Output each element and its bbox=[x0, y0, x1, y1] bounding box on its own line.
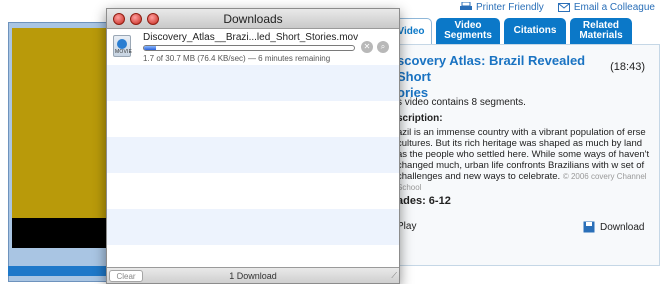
downloads-footer: Clear 1 Download ⟋ bbox=[107, 267, 399, 283]
email-colleague-link[interactable]: Email a Colleague bbox=[557, 2, 655, 13]
downloads-title: Downloads bbox=[223, 11, 283, 26]
downloads-list: MOVIE Discovery_Atlas__Brazi...led_Short… bbox=[107, 29, 399, 267]
tab-video-segments-label: Video Segments bbox=[444, 20, 492, 41]
reveal-magnifier-icon[interactable]: ⌕ bbox=[377, 41, 389, 53]
tab-related-materials-label: Related Materials bbox=[579, 20, 623, 41]
download-count: 1 Download bbox=[229, 270, 277, 281]
stop-download-icon[interactable]: ✕ bbox=[361, 41, 373, 53]
download-button[interactable]: Download bbox=[583, 221, 644, 233]
video-info-panel: scovery Atlas: Brazil Revealed Short ori… bbox=[390, 44, 660, 266]
player-controls-bar bbox=[8, 266, 120, 276]
top-links: Printer Friendly Email a Colleague bbox=[460, 0, 667, 14]
email-colleague-label[interactable]: Email a Colleague bbox=[574, 2, 655, 13]
segments-line: s video contains 8 segments. bbox=[397, 97, 526, 108]
printer-friendly-link[interactable]: Printer Friendly bbox=[460, 2, 544, 13]
description-label: scription: bbox=[397, 113, 443, 124]
resize-grip-icon[interactable]: ⟋ bbox=[391, 271, 397, 281]
zoom-button[interactable] bbox=[147, 13, 159, 25]
download-filename: Discovery_Atlas__Brazi...led_Short_Stori… bbox=[143, 32, 359, 43]
tab-related-materials[interactable]: Related Materials bbox=[570, 18, 632, 44]
tab-video-segments[interactable]: Video Segments bbox=[436, 18, 500, 44]
download-status: 1.7 of 30.7 MB (76.4 KB/sec) — 6 minutes… bbox=[143, 54, 331, 63]
download-label[interactable]: Download bbox=[600, 222, 644, 233]
downloads-titlebar: Downloads bbox=[107, 9, 399, 29]
tab-citations[interactable]: Citations bbox=[504, 18, 566, 44]
movie-icon-label: MOVIE bbox=[115, 49, 133, 55]
window-controls bbox=[113, 13, 159, 25]
downloads-window: Downloads MOVIE Discovery_Atlas__Brazi..… bbox=[106, 8, 400, 284]
tab-bar: Video Video Segments Citations Related M… bbox=[390, 18, 667, 44]
video-title: scovery Atlas: Brazil Revealed Short ori… bbox=[397, 53, 586, 100]
description-text: azil is an immense country with a vibran… bbox=[397, 127, 653, 193]
minimize-button[interactable] bbox=[130, 13, 142, 25]
mail-icon bbox=[557, 2, 570, 12]
download-progress-fill bbox=[144, 46, 156, 50]
close-button[interactable] bbox=[113, 13, 125, 25]
movie-file-icon: MOVIE bbox=[113, 35, 133, 57]
printer-friendly-label[interactable]: Printer Friendly bbox=[476, 2, 544, 13]
disk-icon bbox=[583, 221, 595, 233]
video-duration: (18:43) bbox=[610, 61, 645, 73]
printer-icon bbox=[460, 2, 472, 10]
grades-label: ades: 6-12 bbox=[397, 195, 451, 207]
clear-button[interactable]: Clear bbox=[109, 270, 143, 282]
download-progress-bar bbox=[143, 45, 355, 51]
download-item[interactable]: MOVIE Discovery_Atlas__Brazi...led_Short… bbox=[107, 29, 399, 65]
